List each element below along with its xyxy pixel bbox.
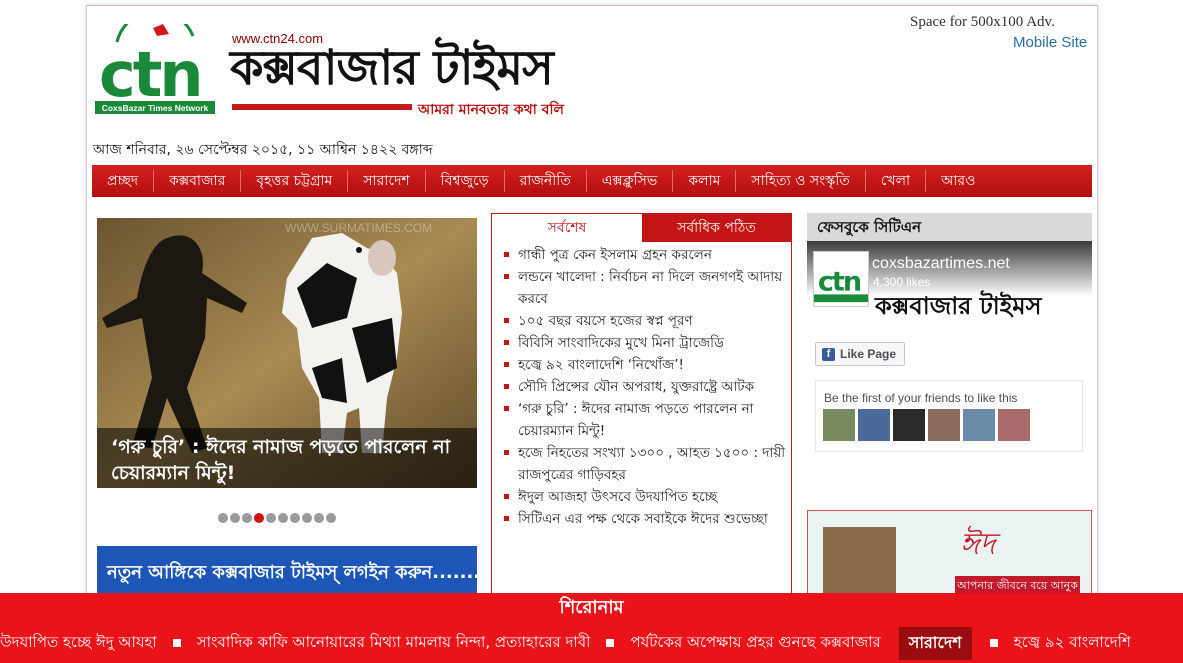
main-nav: প্রচ্ছদ কক্সবাজার বৃহত্তর চট্টগ্রাম সারা… bbox=[92, 165, 1092, 197]
ctn-logo[interactable]: ctn CoxsBazar Times Network bbox=[95, 24, 215, 116]
ad-script-text: ঈদ bbox=[960, 527, 996, 562]
login-banner[interactable]: নতুন আঙ্গিকে কক্সবাজার টাইমস্ লগইন করুন.… bbox=[97, 546, 477, 596]
slider-dot[interactable] bbox=[326, 513, 336, 523]
avatar[interactable] bbox=[928, 409, 960, 441]
news-item[interactable]: হজে নিহতের সংখ্যা ১৩০০ , আহত ১৫০০ : দায়… bbox=[500, 442, 790, 486]
nav-item-more[interactable]: আরও bbox=[926, 170, 990, 192]
masthead-text: কক্সবাজার টাইমস bbox=[230, 40, 554, 96]
login-banner-text: নতুন আঙ্গিকে কক্সবাজার টাইমস্ লগইন করুন.… bbox=[107, 562, 477, 583]
slider-watermark: WWW.SURMATIMES.COM bbox=[285, 221, 433, 235]
ticker-item[interactable]: উদযাপিত হচ্ছে ঈদু আযহা bbox=[0, 631, 165, 656]
ticker-item[interactable]: হজ্বে ৯২ বাংলাদেশি bbox=[1006, 631, 1139, 656]
svg-text:ctn: ctn bbox=[99, 38, 201, 111]
slider-dot[interactable] bbox=[302, 513, 312, 523]
tab-latest[interactable]: সর্বশেষ bbox=[492, 214, 642, 242]
tagline: আমরা মানবতার কথা বলি bbox=[418, 102, 564, 118]
tab-most-read[interactable]: সর্বাধিক পঠিত bbox=[642, 214, 791, 242]
ticker-bullet bbox=[172, 639, 181, 647]
slider-dot[interactable] bbox=[230, 513, 240, 523]
slider-dot[interactable] bbox=[278, 513, 288, 523]
headline-ticker-heading: শিরোনাম bbox=[0, 593, 1183, 623]
news-item[interactable]: ‘গরু চুরি’ : ঈদের নামাজ পড়তে পারলেন না … bbox=[500, 398, 790, 442]
facebook-like-count: 4,300 likes bbox=[873, 275, 931, 289]
nav-item-coxsbazar[interactable]: কক্সবাজার bbox=[154, 170, 242, 192]
facebook-page-name[interactable]: coxsbazartimes.net bbox=[872, 255, 1010, 273]
nav-item-sports[interactable]: খেলা bbox=[866, 170, 927, 192]
news-item[interactable]: বিবিসি সাংবাদিকের মুখে মিনা ট্রাজেডি bbox=[500, 332, 790, 354]
facebook-friend-avatars bbox=[823, 409, 1030, 441]
slider-dot[interactable] bbox=[314, 513, 324, 523]
facebook-like-page-button[interactable]: f Like Page bbox=[815, 342, 905, 366]
nav-item-country[interactable]: সারাদেশ bbox=[348, 170, 426, 192]
latest-news-list: গান্ধী পুত্র কেন ইসলাম গ্রহন করলেন লন্ডন… bbox=[500, 244, 790, 530]
nav-item-home[interactable]: প্রচ্ছদ bbox=[92, 170, 155, 192]
headline-ticker: উদযাপিত হচ্ছে ঈদু আযহা সাংবাদিক কাফি আনো… bbox=[0, 623, 1183, 663]
nav-item-greater-chittagong[interactable]: বৃহত্তর চট্টগ্রাম bbox=[241, 170, 349, 192]
nav-item-literature[interactable]: সাহিত্য ও সংস্কৃতি bbox=[736, 170, 866, 192]
facebook-cover-masthead: কক্সবাজার টাইমস bbox=[875, 292, 1042, 320]
slider-dots bbox=[218, 513, 336, 523]
facebook-friends-text: Be the first of your friends to like thi… bbox=[824, 391, 1018, 405]
ticker-item[interactable]: সাংবাদিক কাফি আনোয়ারের মিথ্যা মামলায় ন… bbox=[189, 631, 599, 656]
news-item[interactable]: হজ্বে ৯২ বাংলাদেশি ‘নিখোঁজ’! bbox=[500, 354, 790, 376]
facebook-widget-heading: ফেসবুকে সিটিএন bbox=[807, 213, 1092, 241]
ticker-item[interactable]: পর্যটকের অপেক্ষায় প্রহর গুনছে কক্সবাজার bbox=[622, 631, 888, 656]
facebook-page-thumbnail[interactable]: ctn bbox=[813, 251, 869, 307]
masthead-title[interactable]: কক্সবাজার টাইমস bbox=[230, 30, 554, 92]
masthead-underline bbox=[232, 104, 412, 110]
facebook-icon: f bbox=[822, 347, 835, 361]
slider-dot[interactable] bbox=[254, 513, 264, 523]
news-item[interactable]: লন্ডনে খালেদা : নির্বাচন না দিলে জনগণই আ… bbox=[500, 266, 790, 310]
avatar[interactable] bbox=[893, 409, 925, 441]
avatar[interactable] bbox=[963, 409, 995, 441]
news-item[interactable]: ১০৫ বছর বয়সে হজের স্বপ্ন পূরণ bbox=[500, 310, 790, 332]
like-page-label: Like Page bbox=[840, 347, 897, 361]
mobile-site-link[interactable]: Mobile Site bbox=[1013, 34, 1087, 51]
slider-dot[interactable] bbox=[266, 513, 276, 523]
ticker-bullet bbox=[989, 639, 998, 647]
nav-item-exclusive[interactable]: এক্সক্লুসিভ bbox=[587, 170, 674, 192]
logo-subtitle: CoxsBazar Times Network bbox=[102, 103, 209, 113]
avatar[interactable] bbox=[823, 409, 855, 441]
nav-item-world[interactable]: বিশ্বজুড়ে bbox=[426, 170, 505, 192]
slider-dot[interactable] bbox=[290, 513, 300, 523]
avatar[interactable] bbox=[998, 409, 1030, 441]
slider-caption[interactable]: ‘গরু চুরি’ : ঈদের নামাজ পড়তে পারলেন না … bbox=[97, 428, 477, 488]
nav-item-politics[interactable]: রাজনীতি bbox=[505, 170, 587, 192]
news-item[interactable]: সৌদি প্রিন্সের যৌন অপরাধ, যুক্তরাষ্ট্রে … bbox=[500, 376, 790, 398]
slider-dot[interactable] bbox=[218, 513, 228, 523]
news-item[interactable]: ঈদুল আজহা উৎসবে উদযাপিত হচ্ছে bbox=[500, 486, 790, 508]
slider-dot[interactable] bbox=[242, 513, 252, 523]
ad-photo bbox=[823, 527, 896, 600]
svg-text:ctn: ctn bbox=[818, 267, 861, 298]
avatar[interactable] bbox=[858, 409, 890, 441]
nav-item-column[interactable]: কলাম bbox=[673, 170, 737, 192]
ticker-bullet bbox=[606, 639, 615, 647]
news-item[interactable]: গান্ধী পুত্র কেন ইসলাম গ্রহন করলেন bbox=[500, 244, 790, 266]
ad-space-label: Space for 500x100 Adv. bbox=[910, 14, 1055, 30]
news-item[interactable]: সিটিএন এর পক্ষ থেকে সবাইকে ঈদের শুভেচ্ছা bbox=[500, 508, 790, 530]
dateline: আজ শনিবার, ২৬ সেপ্টেম্বর ২০১৫, ১১ আশ্বিন… bbox=[93, 142, 433, 158]
ticker-category-label[interactable]: সারাদেশ bbox=[898, 626, 972, 660]
